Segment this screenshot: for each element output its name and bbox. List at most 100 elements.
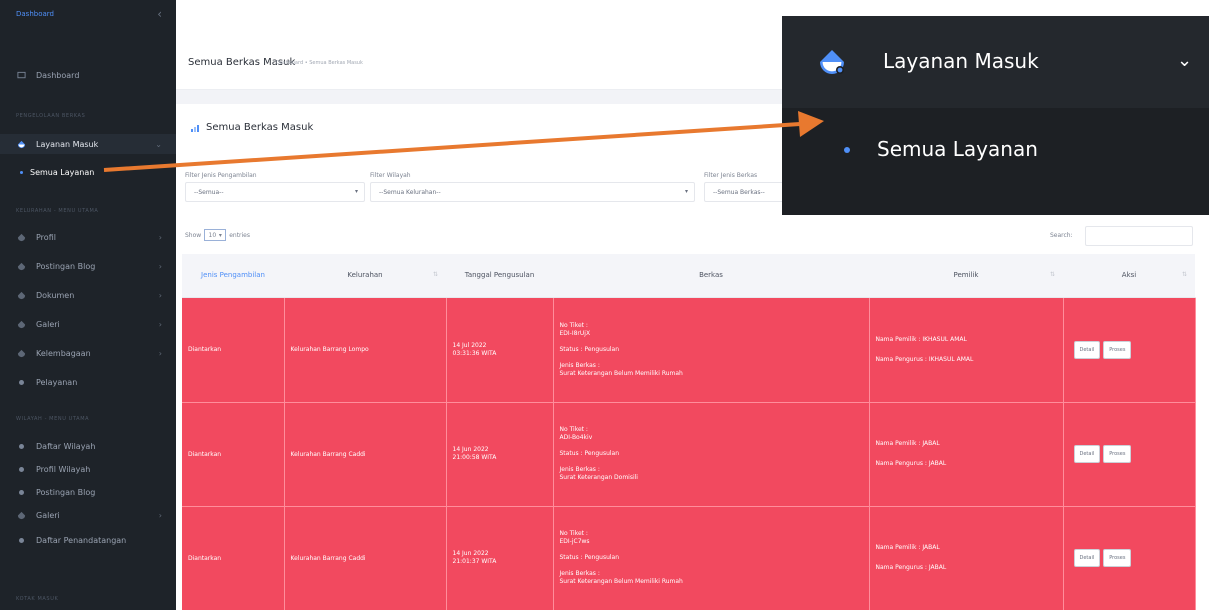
status-text: Status : Pengusulan (559, 450, 620, 457)
sidebar-item-dokumen[interactable]: Dokumen › (0, 286, 176, 304)
breadcrumb[interactable]: Dashboard • Semua Berkas Masuk (276, 60, 363, 66)
bullet-icon (16, 535, 26, 545)
sidebar-item-postingan-blog[interactable]: Postingan Blog › (0, 257, 176, 275)
tanggal-date: 14 Jul 2022 (452, 341, 487, 349)
header-label: Jenis Pengambilan (201, 271, 265, 280)
header-label: Kelurahan (347, 271, 383, 280)
cell-kelurahan: Kelurahan Barrang Caddi (284, 506, 447, 610)
entries-control: Show 10 ▾ entries (185, 229, 250, 241)
pemilik-text: Nama Pemilik : JABAL (875, 544, 940, 551)
cell-aksi: Detail Proses (1063, 297, 1196, 403)
sidebar-brand[interactable]: Dashboard (16, 10, 54, 18)
sidebar-section-title: WILAYAH - MENU UTAMA (16, 416, 90, 422)
filter-pengambilan-select[interactable]: --Semua-- ▾ (185, 182, 365, 202)
water-drop-icon (16, 139, 26, 149)
sidebar-item-galeri-wilayah[interactable]: Galeri › (0, 506, 176, 524)
column-header-kelurahan[interactable]: Kelurahan ⇅ (284, 254, 446, 298)
chevron-right-icon: › (158, 232, 162, 242)
cell-berkas: No Tiket : ADI-Bo4kiv Status : Pengusula… (553, 402, 870, 507)
jenis-berkas-label: Jenis Berkas : (559, 361, 600, 369)
sidebar-item-label: Semua Layanan (30, 167, 95, 177)
table-row: Diantarkan Kelurahan Barrang Caddi 14 Ju… (182, 506, 1196, 610)
show-label: Show (185, 231, 202, 239)
water-drop-icon (820, 50, 844, 74)
tanggal-time: 21:00:58 WITA (452, 454, 497, 461)
sidebar-item-postingan-blog-wilayah[interactable]: Postingan Blog (0, 483, 176, 501)
column-header-aksi[interactable]: Aksi ⇅ (1063, 254, 1195, 298)
cell-tanggal: 14 Jun 2022 21:00:58 WITA (446, 402, 554, 507)
detail-button[interactable]: Detail (1073, 340, 1101, 359)
water-drop-icon (16, 261, 26, 271)
sidebar-item-label: Daftar Penandatangan (36, 535, 127, 545)
proses-button[interactable]: Proses (1103, 445, 1132, 463)
sidebar-item-layanan-masuk[interactable]: Layanan Masuk ⌄ (0, 134, 176, 154)
sidebar-item-semua-layanan[interactable]: Semua Layanan (0, 164, 176, 180)
cell-jenis: Diantarkan (182, 506, 285, 610)
zoom-layanan-masuk-label: Layanan Masuk (883, 49, 1039, 73)
status-text: Status : Pengusulan (559, 345, 620, 353)
detail-button[interactable]: Detail (1073, 549, 1101, 567)
column-header-berkas[interactable]: Berkas (553, 254, 869, 298)
cell-aksi: Detail Proses (1063, 506, 1196, 610)
cell-berkas: No Tiket : EDI-jC7ws Status : Pengusulan… (553, 506, 870, 610)
sidebar-item-label: Pelayanan (36, 377, 78, 387)
screen: Dashboard ‹ Dashboard PENGELOLAAN BERKAS… (0, 0, 1209, 610)
water-drop-icon (16, 319, 26, 329)
sidebar-item-label: Profil (36, 232, 56, 242)
detail-button[interactable]: Detail (1073, 445, 1101, 463)
sidebar-section-title: KOTAK MASUK (16, 596, 59, 602)
tanggal-time: 21:01:37 WITA (452, 558, 497, 565)
cell-jenis: Diantarkan (182, 402, 285, 507)
search-label: Search: (1050, 232, 1073, 239)
filter-berkas-label: Filter Jenis Berkas (704, 172, 758, 179)
sidebar-item-daftar-wilayah[interactable]: Daftar Wilayah (0, 437, 176, 455)
sidebar-item-label: Postingan Blog (36, 261, 96, 271)
bullet-icon (844, 147, 850, 153)
tanggal-date: 14 Jun 2022 (452, 446, 489, 453)
bullet-icon (16, 464, 26, 474)
entries-select[interactable]: 10 ▾ (204, 229, 227, 241)
search-input[interactable] (1085, 226, 1193, 246)
filter-wilayah-value: --Semua Kelurahan-- (379, 188, 441, 196)
filter-pengambilan-value: --Semua-- (194, 188, 224, 196)
sidebar-item-label: Galeri (36, 319, 60, 329)
tiket-label: No Tiket : (559, 426, 588, 433)
table-row: Diantarkan Kelurahan Barrang Lompo 14 Ju… (182, 297, 1196, 403)
sidebar-item-daftar-penandatangan[interactable]: Daftar Penandatangan (0, 531, 176, 549)
chevron-right-icon: › (158, 348, 162, 358)
sidebar-item-pelayanan[interactable]: Pelayanan (0, 373, 176, 391)
tiket-value: EDI-jC7ws (559, 538, 590, 545)
sidebar-item-galeri[interactable]: Galeri › (0, 315, 176, 333)
column-header-pemilik[interactable]: Pemilik ⇅ (869, 254, 1063, 298)
column-header-tanggal[interactable]: Tanggal Pengusulan (446, 254, 553, 298)
column-header-jenis[interactable]: Jenis Pengambilan (182, 254, 284, 298)
water-drop-icon (16, 290, 26, 300)
tiket-value: ADI-Bo4kiv (559, 434, 593, 441)
chevron-down-icon: ▾ (684, 188, 688, 195)
sidebar-item-label: Layanan Masuk (36, 139, 99, 149)
sidebar-item-profil-wilayah[interactable]: Profil Wilayah (0, 460, 176, 478)
filter-wilayah-label: Filter Wilayah (370, 172, 411, 179)
filter-pengambilan-label: Filter Jenis Pengambilan (185, 172, 257, 179)
sidebar-item-label: Dokumen (36, 290, 75, 300)
tanggal-time: 03:31:36 WITA (452, 349, 497, 357)
jenis-berkas-value: Surat Keterangan Domisili (559, 474, 638, 481)
sort-icon: ⇅ (432, 271, 438, 278)
proses-button[interactable]: Proses (1103, 340, 1132, 359)
sidebar-item-dashboard[interactable]: Dashboard (0, 62, 176, 88)
sidebar-item-kelembagaan[interactable]: Kelembagaan › (0, 344, 176, 362)
zoom-callout: Layanan Masuk ⌄ Semua Layanan (782, 16, 1209, 215)
chevron-down-icon: ▾ (354, 188, 358, 195)
tiket-value: EDI-I8rUjX (559, 329, 591, 337)
sort-icon: ⇅ (1049, 271, 1055, 278)
chevron-left-icon[interactable]: ‹ (157, 7, 162, 21)
table-row: Diantarkan Kelurahan Barrang Caddi 14 Ju… (182, 402, 1196, 507)
card-title: Semua Berkas Masuk (190, 122, 313, 133)
bullet-icon (16, 487, 26, 497)
tanggal-date: 14 Jun 2022 (452, 550, 489, 557)
sidebar-item-profil[interactable]: Profil › (0, 228, 176, 246)
proses-button[interactable]: Proses (1103, 549, 1132, 567)
water-drop-icon (16, 348, 26, 358)
sidebar-item-label: Dashboard (36, 70, 80, 80)
filter-wilayah-select[interactable]: --Semua Kelurahan-- ▾ (370, 182, 695, 202)
